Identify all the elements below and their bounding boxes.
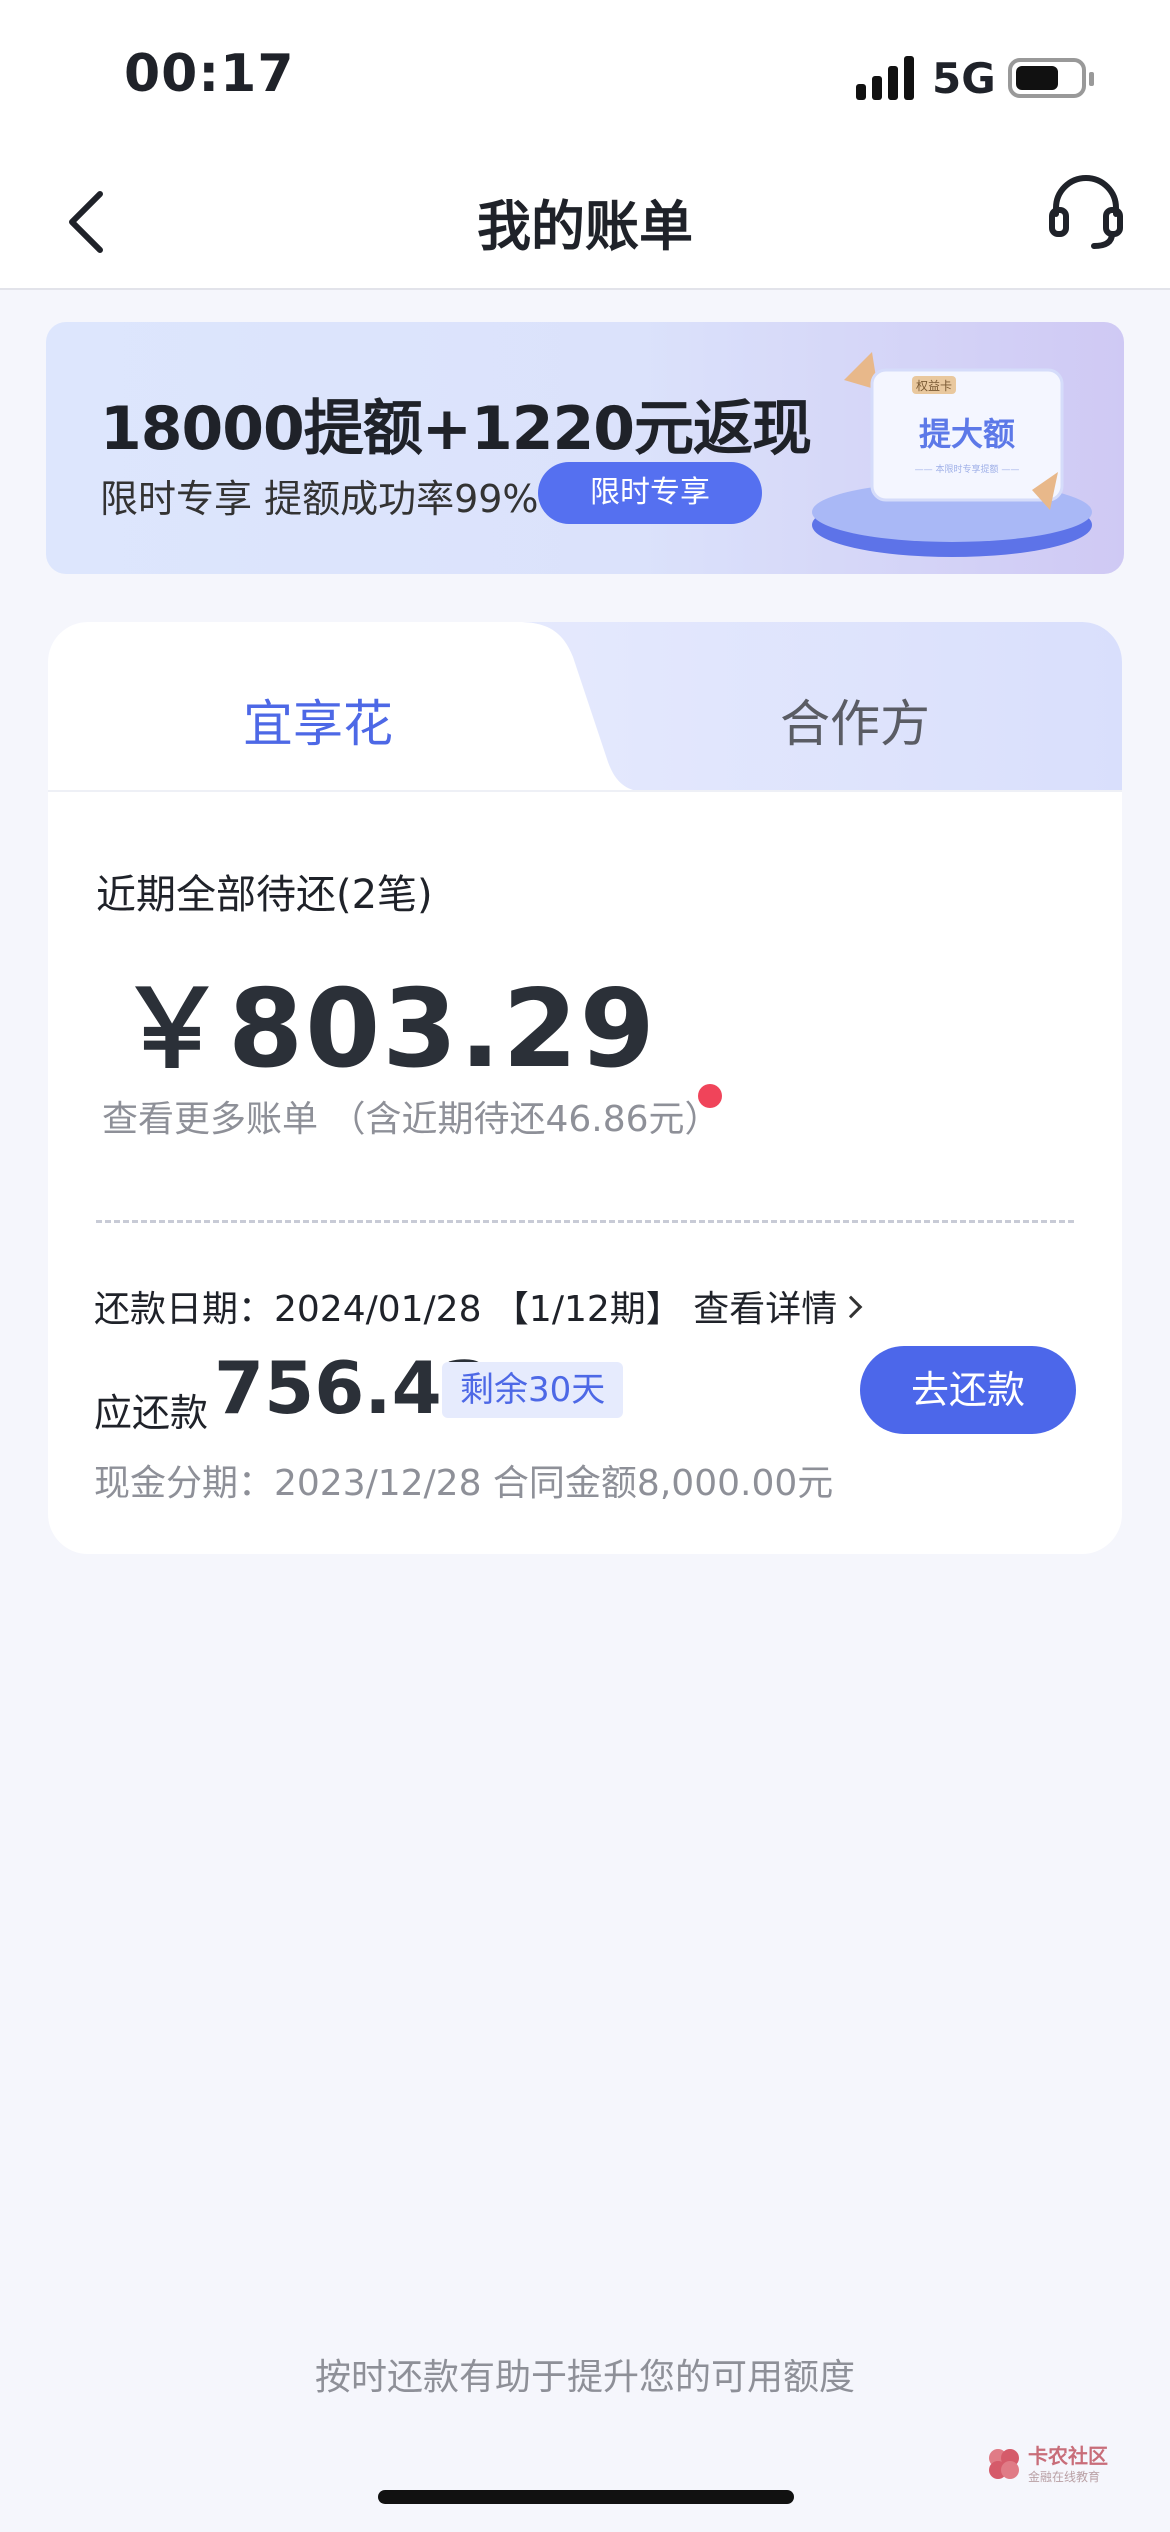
home-indicator[interactable] <box>378 2490 794 2504</box>
battery-icon <box>1008 58 1094 98</box>
status-time: 00:17 <box>124 44 295 104</box>
payable-label: 应还款 <box>94 1391 209 1435</box>
nav-bar: 我的账单 <box>0 150 1170 290</box>
headset-icon <box>1049 175 1123 249</box>
customer-service-button[interactable] <box>1046 172 1126 252</box>
banner-title: 18000提额+1220元返现 <box>100 394 812 464</box>
bill-page: 00:17 5G 我的账单 18000提额+1220元返现 限时专享 提额成功率… <box>0 0 1170 2532</box>
card-title: 提大额 <box>919 415 1015 453</box>
page-title: 我的账单 <box>477 195 693 258</box>
tab-divider <box>48 790 1122 792</box>
card-podium-illustration: 权益卡 提大额 —— 本限时专享提额 —— <box>812 352 1092 557</box>
watermark-title: 卡农社区 <box>1028 2444 1108 2468</box>
watermark-logo-icon <box>989 2449 1019 2479</box>
watermark-subtitle: 金融在线教育 <box>1028 2470 1101 2484</box>
pending-label: 近期全部待还(2笔) <box>96 872 433 918</box>
due-date-text: 还款日期：2024/01/28 【1/12期】 查看详情 <box>94 1289 838 1330</box>
network-label: 5G <box>932 54 996 103</box>
status-bar: 00:17 5G <box>0 0 1170 150</box>
pending-amount: ￥803.29 <box>118 967 657 1092</box>
banner-button[interactable]: 限时专享 <box>538 462 762 524</box>
promo-banner[interactable]: 18000提额+1220元返现 限时专享 提额成功率99% 限时专享 权益卡 提… <box>46 322 1124 574</box>
banner-subtitle: 限时专享 提额成功率99% <box>100 477 539 521</box>
footer-tip: 按时还款有助于提升您的可用额度 <box>314 2357 855 2398</box>
more-bills-link[interactable]: 查看更多账单 （含近期待还46.86元） <box>102 1090 721 1142</box>
card-subtitle: —— 本限时专享提额 —— <box>915 463 1020 475</box>
remaining-days-badge: 剩余30天 <box>442 1362 624 1418</box>
chevron-right-icon <box>839 1295 863 1319</box>
repay-button[interactable]: 去还款 <box>860 1346 1076 1434</box>
card-top-label: 权益卡 <box>916 379 952 393</box>
loan-info: 现金分期：2023/12/28 合同金额8,000.00元 <box>94 1463 834 1504</box>
watermark: 卡农社区 金融在线教育 <box>986 2438 1116 2494</box>
due-date-row[interactable]: 还款日期：2024/01/28 【1/12期】 查看详情 <box>94 1280 863 1332</box>
dashed-divider <box>96 1220 1074 1223</box>
tab-partner[interactable]: 合作方 <box>588 684 1122 756</box>
signal-icon <box>856 56 916 100</box>
tab-yixianghua[interactable]: 宜享花 <box>48 684 588 756</box>
bill-card: 宜享花 合作方 近期全部待还(2笔) ￥803.29 查看更多账单 （含近期待还… <box>48 622 1122 1554</box>
notification-dot <box>698 1084 722 1108</box>
